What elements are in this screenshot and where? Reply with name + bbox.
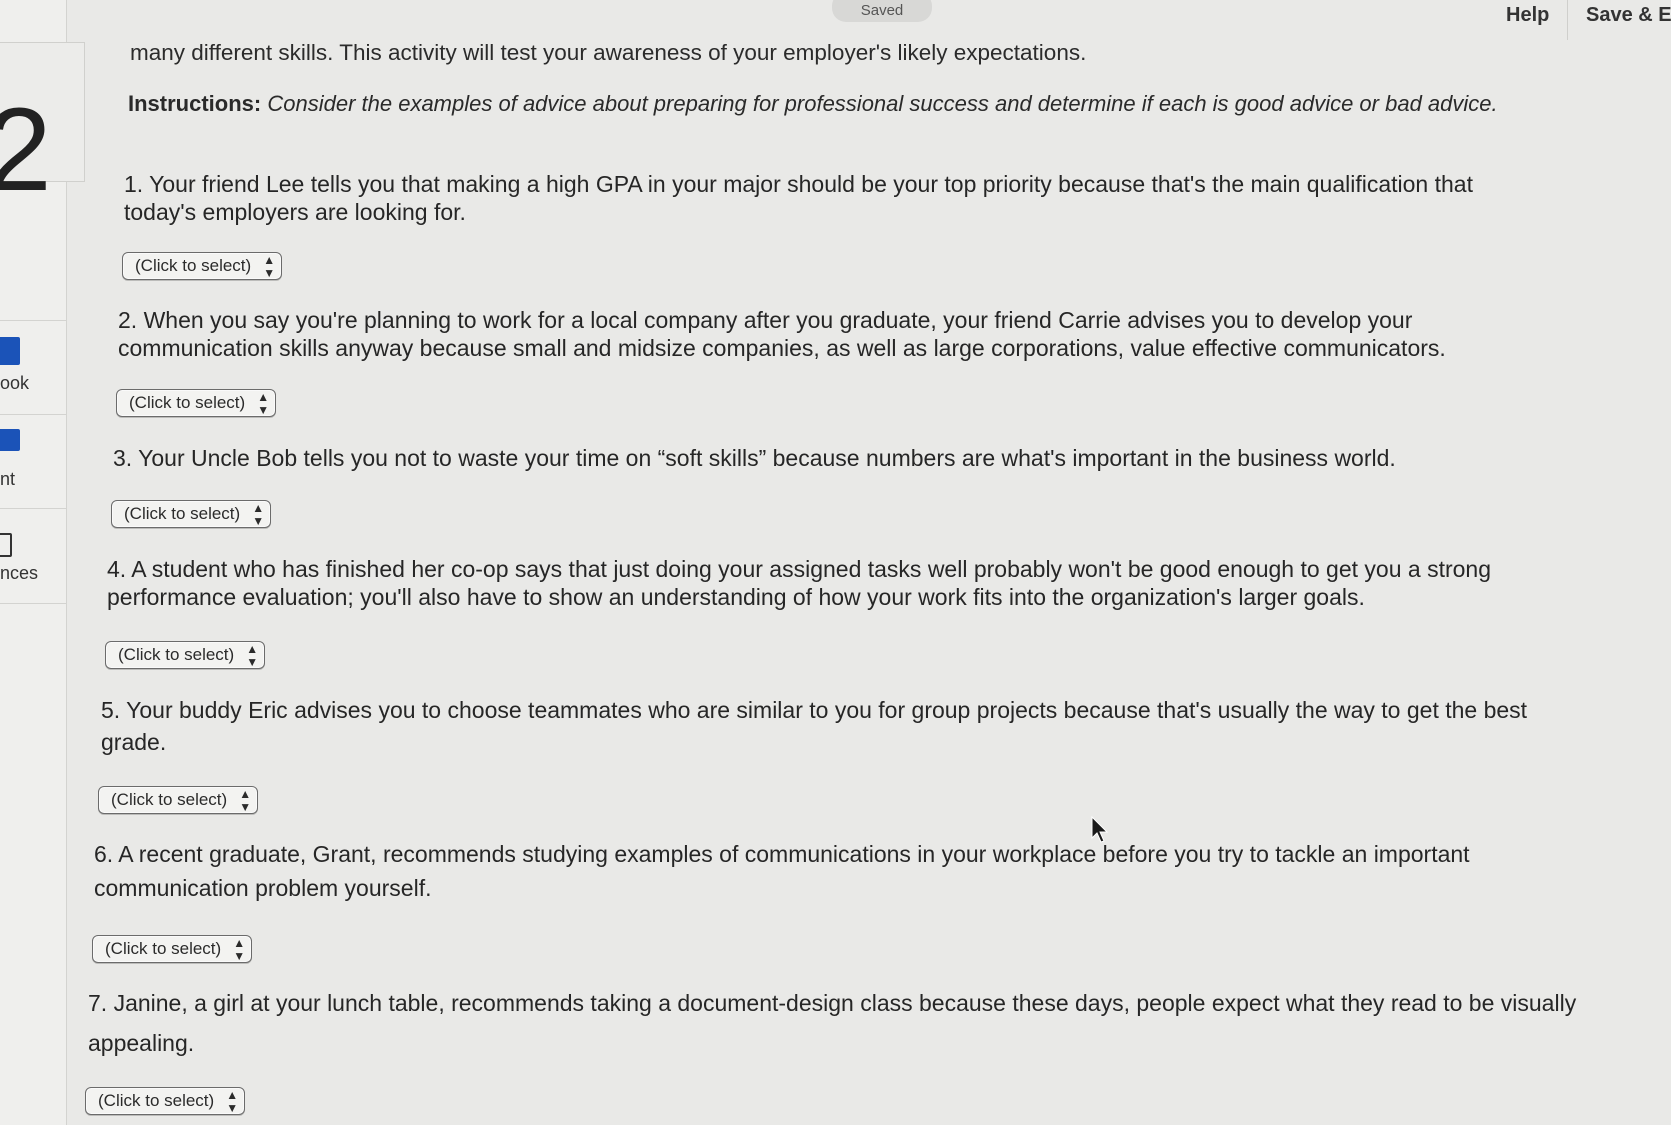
chevron-updown-icon: ▲ ▼: [252, 501, 265, 528]
instructions: Instructions: Consider the examples of a…: [128, 91, 1528, 117]
sidebar-item-label: ook: [0, 373, 30, 393]
left-sidebar: 2 ook nt nces: [0, 0, 85, 1125]
saved-status-pill: Saved: [832, 0, 932, 22]
question-number-box: 2: [0, 42, 85, 209]
question-5: 5. Your buddy Eric advises you to choose…: [101, 697, 1528, 755]
answer-select-4[interactable]: (Click to select) ▲ ▼: [105, 641, 266, 669]
select-value: (Click to select): [135, 256, 252, 275]
question-1: 1. Your friend Lee tells you that making…: [124, 171, 1473, 225]
sidebar-item-references[interactable]: nces: [0, 508, 66, 604]
answer-select-3[interactable]: (Click to select) ▲ ▼: [111, 500, 272, 528]
sidebar-item-ebook[interactable]: ook: [0, 320, 66, 415]
question-4: 4. A student who has finished her co-op …: [107, 556, 1491, 610]
select-value: (Click to select): [129, 393, 246, 412]
sidebar-item-print[interactable]: nt: [0, 414, 66, 509]
select-value: (Click to select): [111, 790, 228, 809]
chevron-updown-icon: ▲ ▼: [257, 390, 270, 417]
answer-select-7[interactable]: (Click to select) ▲ ▼: [85, 1087, 246, 1115]
chevron-updown-icon: ▲ ▼: [246, 642, 259, 669]
chevron-updown-icon: ▲ ▼: [263, 253, 276, 280]
select-value: (Click to select): [118, 645, 235, 664]
answer-select-5[interactable]: (Click to select) ▲ ▼: [98, 786, 259, 814]
print-icon: [0, 429, 20, 451]
question-7: 7. Janine, a girl at your lunch table, r…: [88, 990, 1577, 1056]
instructions-label: Instructions:: [128, 91, 262, 116]
sidebar-item-label: nces: [0, 563, 39, 583]
question-3: 3. Your Uncle Bob tells you not to waste…: [113, 445, 1396, 471]
answer-select-2[interactable]: (Click to select) ▲ ▼: [116, 389, 277, 417]
book-icon: [0, 337, 20, 365]
select-value: (Click to select): [124, 504, 241, 523]
topbar-divider: [1567, 0, 1568, 40]
mouse-cursor-icon: [1091, 816, 1109, 843]
answer-select-1[interactable]: (Click to select) ▲ ▼: [122, 252, 283, 280]
chevron-updown-icon: ▲ ▼: [239, 787, 252, 814]
question-6: 6. A recent graduate, Grant, recommends …: [94, 841, 1470, 901]
question-number: 2: [0, 84, 52, 216]
answer-select-6[interactable]: (Click to select) ▲ ▼: [92, 935, 253, 963]
chevron-updown-icon: ▲ ▼: [233, 936, 246, 963]
help-link[interactable]: Help: [1506, 4, 1549, 27]
sidebar-item-label: nt: [0, 469, 16, 489]
intro-text: many different skills. This activity wil…: [130, 40, 1087, 65]
select-value: (Click to select): [105, 939, 222, 958]
question-2: 2. When you say you're planning to work …: [118, 307, 1446, 361]
instructions-text: Consider the examples of advice about pr…: [267, 91, 1498, 116]
chevron-updown-icon: ▲ ▼: [226, 1088, 239, 1115]
references-icon: [0, 533, 12, 557]
save-exit-button[interactable]: Save & Ex: [1586, 4, 1671, 27]
select-value: (Click to select): [98, 1091, 215, 1110]
